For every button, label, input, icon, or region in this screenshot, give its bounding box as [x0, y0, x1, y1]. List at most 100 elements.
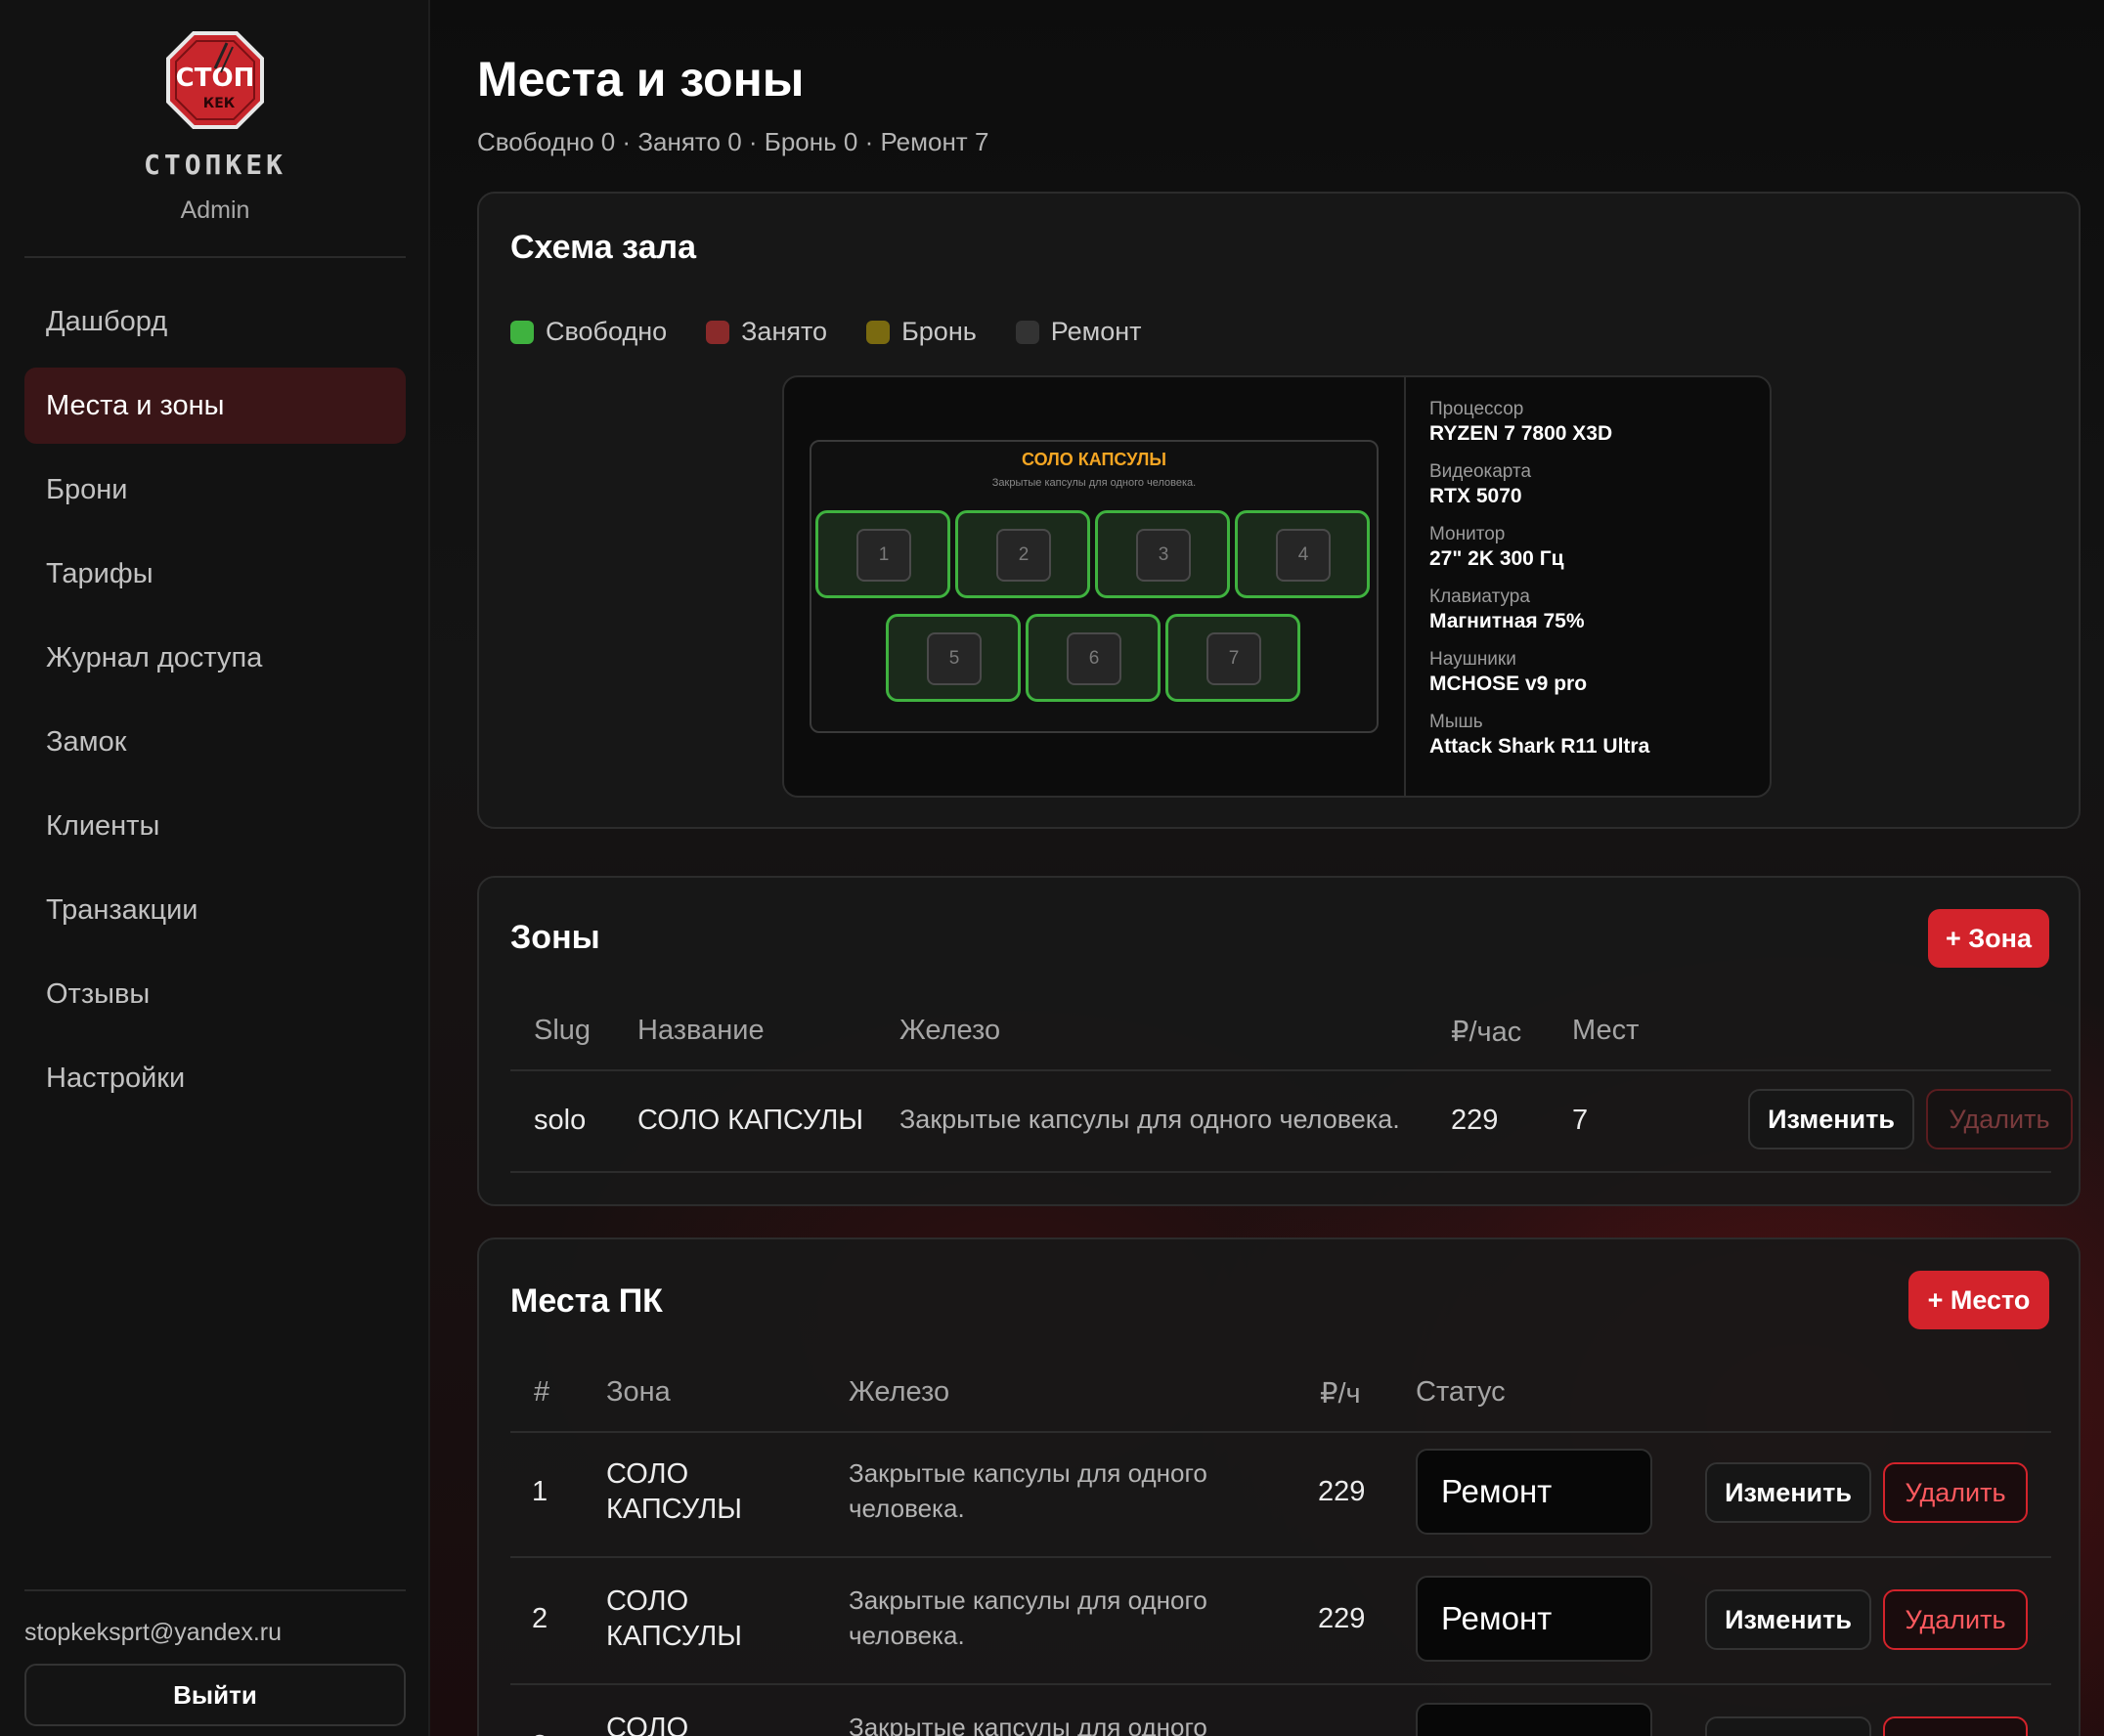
spec-label: Мышь: [1429, 712, 1483, 732]
legend-label: Ремонт: [1050, 317, 1142, 346]
legend-label: Свободно: [546, 317, 668, 346]
col-name: Название: [637, 1015, 765, 1046]
spec-keyboard: Клавиатура Магнитная 75%: [1429, 586, 1748, 635]
add-zone-button[interactable]: + Зона: [1928, 909, 2049, 968]
spec-gpu: Видеокарта RTX 5070: [1429, 461, 1748, 510]
legend-reserved: Бронь: [866, 317, 977, 347]
edit-zone-button[interactable]: Изменить: [1748, 1089, 1914, 1150]
zones-title: Зоны: [510, 919, 600, 956]
place-price: 229: [1318, 1476, 1366, 1507]
brand-name: СТОПКЕК: [143, 149, 286, 181]
spec-value: 27" 2K 300 Гц: [1429, 547, 1564, 570]
table-divider: [510, 1556, 2051, 1558]
user-email: stopkeksprt@yandex.ru: [24, 1619, 283, 1646]
status-select[interactable]: [1416, 1703, 1652, 1736]
nav-item-places-zones[interactable]: Места и зоны: [24, 368, 406, 444]
place-hardware-line1: Закрытые капсулы для одного: [849, 1585, 1207, 1615]
col-seats: Мест: [1572, 1015, 1640, 1046]
seat-7[interactable]: 7: [1165, 614, 1300, 702]
spec-monitor: Монитор 27" 2K 300 Гц: [1429, 524, 1748, 573]
table-divider: [510, 1171, 2051, 1173]
status-select[interactable]: Ремонт: [1416, 1449, 1652, 1535]
place-price: 229: [1318, 1603, 1366, 1634]
seat-number: 5: [927, 632, 982, 685]
place-zone-line2: КАПСУЛЫ: [606, 1621, 742, 1652]
pc-places-title: Места ПК: [510, 1282, 663, 1320]
spec-headphones: Наушники MCHOSE v9 pro: [1429, 649, 1748, 698]
sidebar: СТОП КЕК СТОПКЕК Admin Дашборд Места и з…: [0, 0, 430, 1736]
sidebar-divider: [24, 256, 406, 258]
col-hardware: Железо: [899, 1015, 1001, 1046]
legend-label: Занято: [741, 317, 828, 346]
nav-item-tariffs[interactable]: Тарифы: [24, 536, 406, 612]
delete-place-button[interactable]: Удалить: [1883, 1462, 2028, 1523]
place-zone-line2: КАПСУЛЫ: [606, 1494, 742, 1525]
seat-5[interactable]: 5: [886, 614, 1021, 702]
edit-place-button[interactable]: Изменить: [1705, 1589, 1871, 1650]
seat-number: 3: [1136, 529, 1191, 582]
nav-item-settings[interactable]: Настройки: [24, 1040, 406, 1116]
col-hardware: Железо: [849, 1376, 950, 1408]
spec-label: Процессор: [1429, 399, 1524, 419]
spec-label: Монитор: [1429, 524, 1506, 544]
seat-number: 2: [996, 529, 1051, 582]
col-number: #: [534, 1376, 550, 1408]
zones-card: Зоны + Зона Slug Название Железо ₽/час М…: [477, 876, 2081, 1206]
add-place-button[interactable]: + Место: [1908, 1271, 2049, 1329]
spec-value: RYZEN 7 7800 X3D: [1429, 422, 1613, 445]
nav-item-bookings[interactable]: Брони: [24, 452, 406, 528]
seat-6[interactable]: 6: [1026, 614, 1161, 702]
place-hardware-line2: человека.: [849, 1494, 965, 1523]
zone-price: 229: [1451, 1105, 1499, 1136]
place-hardware-line2: человека.: [849, 1621, 965, 1650]
hardware-specs: Процессор RYZEN 7 7800 X3D Видеокарта RT…: [1404, 377, 1772, 796]
delete-place-button[interactable]: [1883, 1716, 2028, 1736]
place-hardware-line1: Закрытые капсулы для одного: [849, 1713, 1207, 1736]
status-legend: Свободно Занято Бронь Ремонт: [510, 317, 1142, 347]
spec-value: MCHOSE v9 pro: [1429, 673, 1588, 695]
zone-solo-capsules[interactable]: СОЛО КАПСУЛЫ Закрытые капсулы для одного…: [810, 440, 1379, 733]
status-summary: Свободно 0 · Занято 0 · Бронь 0 · Ремонт…: [477, 127, 989, 156]
zone-hardware: Закрытые капсулы для одного человека.: [899, 1105, 1400, 1134]
seat-3[interactable]: 3: [1095, 510, 1230, 598]
sidebar-nav: Дашборд Места и зоны Брони Тарифы Журнал…: [24, 283, 406, 1124]
spec-value: Магнитная 75%: [1429, 610, 1585, 632]
col-status: Статус: [1416, 1376, 1506, 1408]
seat-1[interactable]: 1: [815, 510, 950, 598]
legend-occupied: Занято: [706, 317, 827, 347]
table-divider: [510, 1683, 2051, 1685]
nav-item-transactions[interactable]: Транзакции: [24, 872, 406, 948]
delete-zone-button[interactable]: Удалить: [1926, 1089, 2073, 1150]
nav-item-access-log[interactable]: Журнал доступа: [24, 620, 406, 696]
seat-number: 7: [1206, 632, 1261, 685]
col-slug: Slug: [534, 1015, 592, 1046]
logo-subtext: КЕК: [203, 96, 236, 111]
seat-2[interactable]: 2: [955, 510, 1090, 598]
legend-free: Свободно: [510, 317, 667, 347]
edit-place-button[interactable]: Изменить: [1705, 1462, 1871, 1523]
seat-number: 4: [1276, 529, 1331, 582]
col-price: ₽/ч: [1320, 1378, 1361, 1410]
legend-dot-repair: [1015, 320, 1039, 344]
main-content: Места и зоны Свободно 0 · Занято 0 · Бро…: [430, 0, 2104, 1736]
place-zone-line1: СОЛО: [606, 1585, 689, 1617]
spec-value: Attack Shark R11 Ultra: [1429, 735, 1650, 758]
delete-place-button[interactable]: Удалить: [1883, 1589, 2028, 1650]
hall-scheme-card: Схема зала Свободно Занято Бронь Ремонт …: [477, 192, 2081, 829]
nav-item-dashboard[interactable]: Дашборд: [24, 283, 406, 360]
page-title: Места и зоны: [477, 52, 805, 107]
col-price: ₽/час: [1451, 1017, 1522, 1048]
legend-dot-free: [510, 320, 534, 344]
nav-item-lock[interactable]: Замок: [24, 704, 406, 780]
legend-dot-occupied: [706, 320, 730, 344]
zone-seats: 7: [1572, 1105, 1589, 1136]
seat-number: 6: [1067, 632, 1121, 685]
seat-4[interactable]: 4: [1235, 510, 1370, 598]
logout-button[interactable]: Выйти: [24, 1664, 406, 1726]
nav-item-clients[interactable]: Клиенты: [24, 788, 406, 864]
zone-subtitle: Закрытые капсулы для одного человека.: [991, 477, 1197, 489]
table-divider: [510, 1431, 2051, 1433]
edit-place-button[interactable]: [1705, 1716, 1871, 1736]
status-select[interactable]: Ремонт: [1416, 1576, 1652, 1662]
nav-item-reviews[interactable]: Отзывы: [24, 956, 406, 1032]
